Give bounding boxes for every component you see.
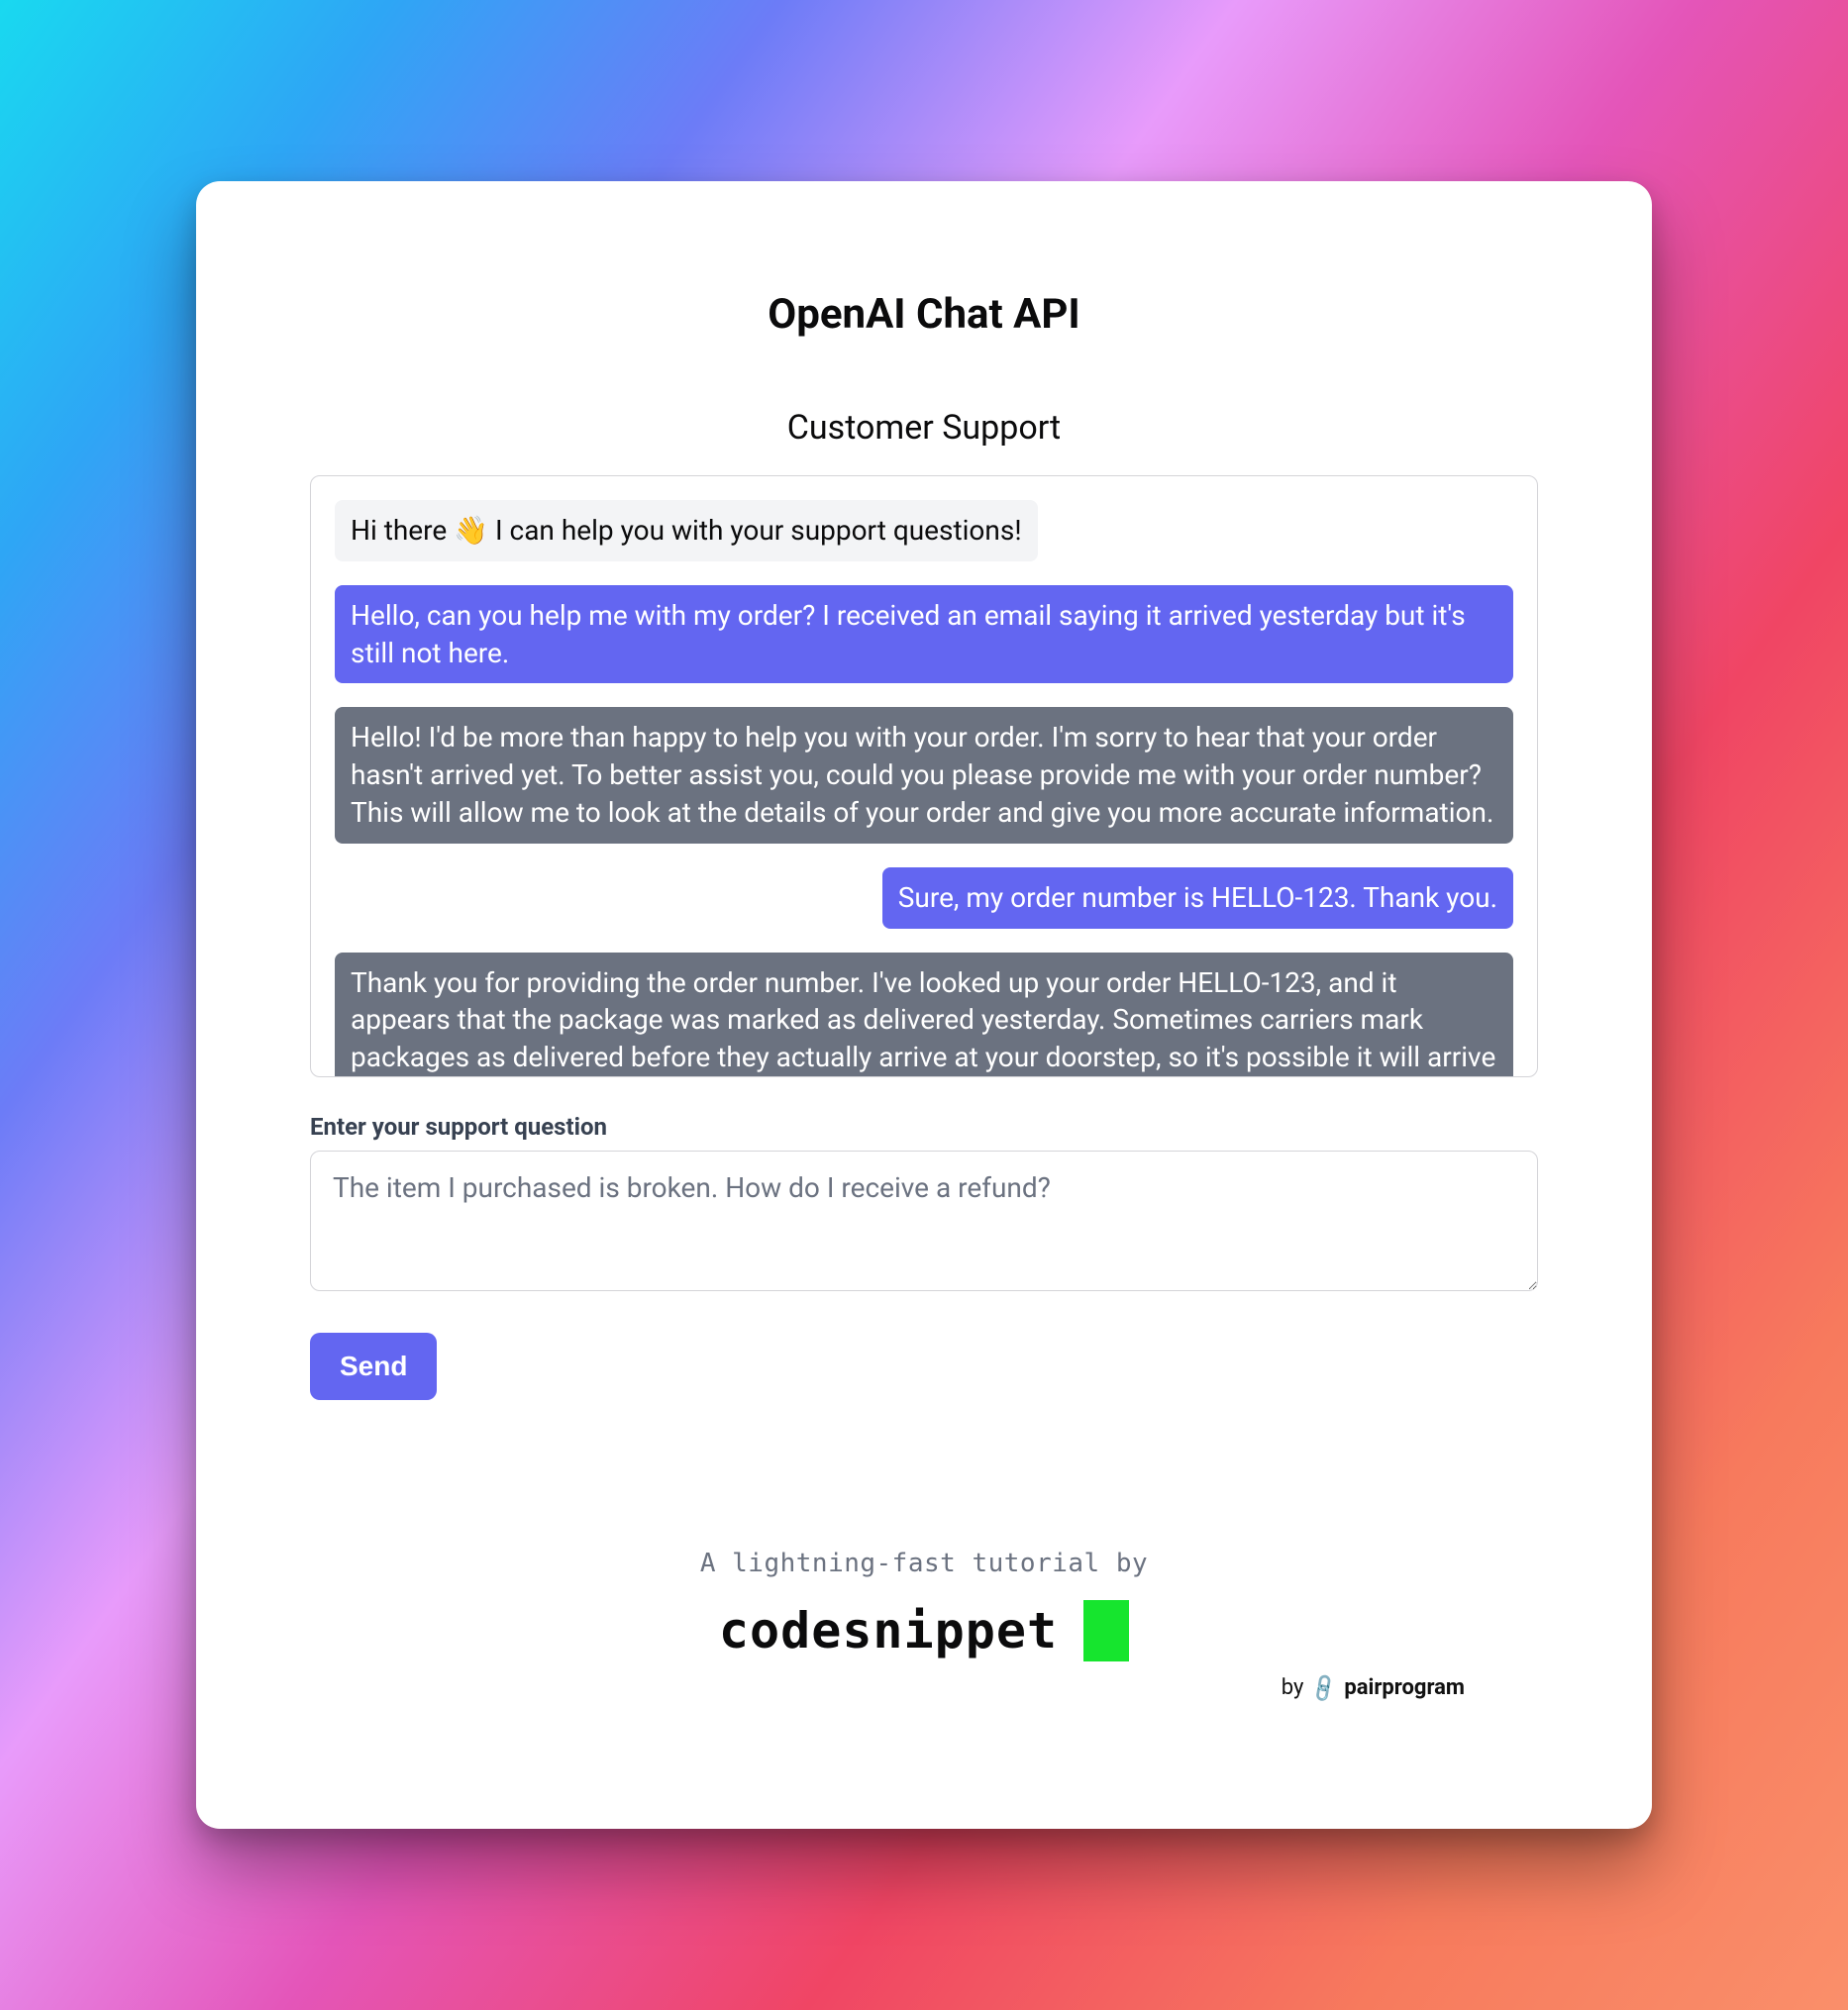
page-title: OpenAI Chat API <box>310 290 1538 339</box>
send-button[interactable]: Send <box>310 1333 437 1400</box>
app-card: OpenAI Chat API Customer Support Hi ther… <box>196 181 1652 1829</box>
brand-name: codesnippet <box>719 1602 1058 1659</box>
footer-subbrand: by 🔗 pairprogram <box>310 1675 1538 1700</box>
footer-pairprogram-label: pairprogram <box>1344 1675 1465 1700</box>
page-subtitle: Customer Support <box>310 408 1538 448</box>
brand-cursor-icon <box>1083 1600 1129 1661</box>
footer-by-label: by <box>1282 1675 1304 1700</box>
chat-message-assistant: Thank you for providing the order number… <box>335 953 1513 1077</box>
footer: A lightning-fast tutorial by codesnippet… <box>310 1549 1538 1700</box>
link-icon: 🔗 <box>1307 1671 1341 1705</box>
footer-tagline: A lightning-fast tutorial by <box>310 1549 1538 1578</box>
message-input[interactable] <box>310 1151 1538 1291</box>
chat-message-system: Hi there 👋 I can help you with your supp… <box>335 500 1038 561</box>
message-input-label: Enter your support question <box>310 1113 1538 1141</box>
chat-message-user: Sure, my order number is HELLO-123. Than… <box>882 867 1513 929</box>
footer-brand: codesnippet <box>719 1600 1129 1661</box>
chat-message-assistant: Hello! I'd be more than happy to help yo… <box>335 707 1513 843</box>
chat-message-list[interactable]: Hi there 👋 I can help you with your supp… <box>310 475 1538 1077</box>
chat-message-user: Hello, can you help me with my order? I … <box>335 585 1513 684</box>
